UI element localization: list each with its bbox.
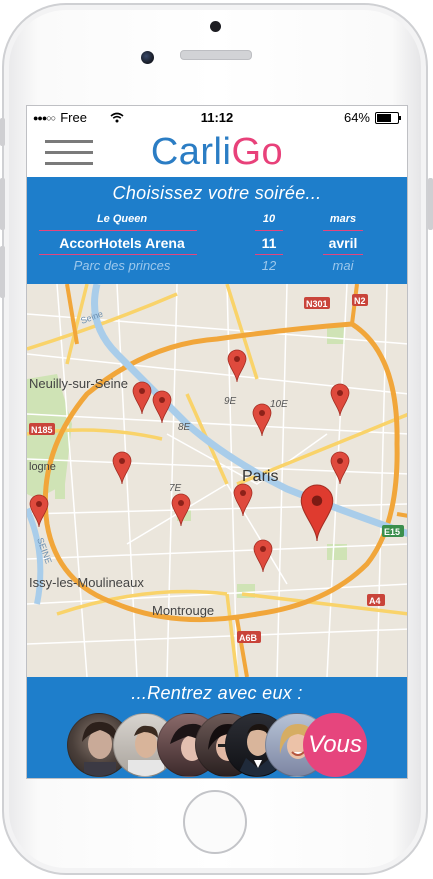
road-shield-n2: N2 xyxy=(354,296,366,306)
riders-title: ...Rentrez avec eux : xyxy=(131,683,303,703)
map-label-montrouge: Montrouge xyxy=(152,603,214,618)
map-label-7e: 7E xyxy=(169,483,182,494)
map-label-neuilly: Neuilly-sur-Seine xyxy=(29,376,128,391)
day-option-selected[interactable]: 11 xyxy=(255,235,283,251)
road-shield-a6b: A6B xyxy=(239,633,258,643)
day-option[interactable]: 12 xyxy=(255,258,283,273)
front-camera xyxy=(141,51,154,64)
map-label-logne: logne xyxy=(29,461,56,473)
vous-button[interactable]: Vous xyxy=(303,713,367,777)
picker-row-selected[interactable]: AccorHotels Arena 11 avril xyxy=(27,235,407,255)
road-shield-n185: N185 xyxy=(31,425,53,435)
mute-switch xyxy=(0,118,5,146)
road-shield-n301: N301 xyxy=(306,299,328,309)
event-picker: Choisissez votre soirée... Le Queen 10 m… xyxy=(27,177,407,284)
map-label-10e: 10E xyxy=(270,399,288,410)
month-option[interactable]: mai xyxy=(317,258,369,273)
map-label-9e: 9E xyxy=(224,396,237,407)
app-header: CarliGo xyxy=(27,128,407,177)
road-shield-e15: E15 xyxy=(384,527,400,537)
riders-section: ...Rentrez avec eux : Vous xyxy=(27,677,407,778)
battery-percentage: 64% xyxy=(343,110,370,125)
proximity-sensor xyxy=(210,21,221,32)
app-logo: CarliGo xyxy=(150,131,284,173)
home-button[interactable] xyxy=(183,790,247,854)
map-canvas: Paris Neuilly-sur-Seine Issy-les-Mouline… xyxy=(27,284,407,677)
paris-map[interactable]: Paris Neuilly-sur-Seine Issy-les-Mouline… xyxy=(27,284,407,677)
road-shield-a4: A4 xyxy=(369,596,381,606)
map-label-paris: Paris xyxy=(242,468,278,485)
picker-row[interactable]: Parc des princes 12 mai xyxy=(27,258,407,278)
map-label-issy: Issy-les-Moulineaux xyxy=(29,575,144,590)
earpiece-speaker xyxy=(180,50,252,60)
picker-title: Choisissez votre soirée... xyxy=(112,183,322,203)
power-button xyxy=(428,178,433,230)
status-bar: ●●●○○ Free 11:12 64% xyxy=(27,106,407,128)
venue-option[interactable]: Parc des princes xyxy=(37,258,207,273)
venue-option[interactable]: Le Queen xyxy=(37,213,207,225)
month-option[interactable]: mars xyxy=(317,213,369,225)
month-option-selected[interactable]: avril xyxy=(317,235,369,251)
battery-icon xyxy=(375,111,401,124)
volume-up-button xyxy=(0,178,5,230)
volume-down-button xyxy=(0,246,5,298)
app-screen: ●●●○○ Free 11:12 64% CarliGo Choisissez … xyxy=(26,105,408,779)
selection-line-bottom xyxy=(39,254,197,255)
venue-option-selected[interactable]: AccorHotels Arena xyxy=(37,235,207,251)
selection-line-top xyxy=(39,230,197,231)
map-label-8e: 8E xyxy=(178,422,191,433)
day-option[interactable]: 10 xyxy=(255,213,283,225)
